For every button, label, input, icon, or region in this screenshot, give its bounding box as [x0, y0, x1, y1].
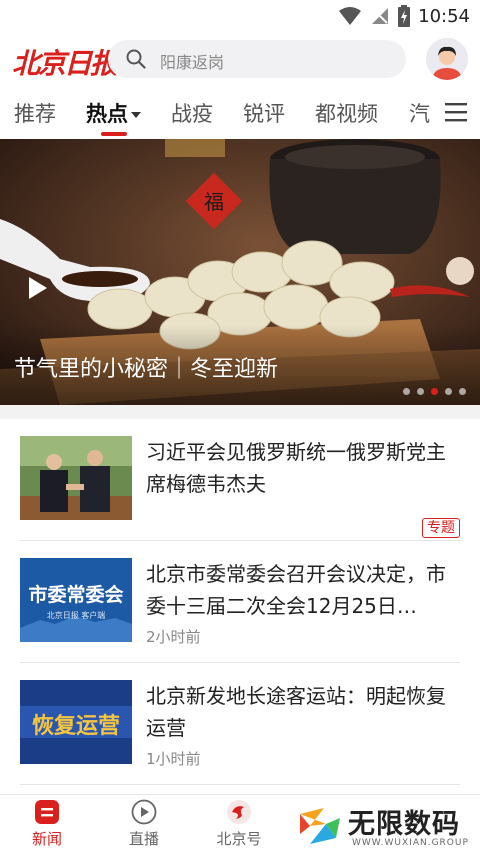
carousel-dot-active[interactable]	[431, 388, 438, 395]
channel-tabs: 推荐 热点 战疫 锐评 都视频 汽	[0, 88, 480, 138]
news-icon	[35, 800, 59, 824]
carousel-dots	[403, 388, 466, 395]
carousel-dot[interactable]	[417, 388, 424, 395]
watermark-logo	[300, 808, 340, 844]
svg-text:福: 福	[204, 190, 224, 214]
user-avatar[interactable]	[426, 38, 468, 80]
search-icon	[126, 49, 146, 69]
news-item[interactable]: 恢复运营 北京新发地长途客运站：明起恢复运营 1小时前	[20, 680, 460, 790]
play-icon[interactable]	[28, 276, 48, 300]
nav-live[interactable]: 直播	[109, 799, 179, 849]
tab-epidemic[interactable]: 战疫	[171, 98, 213, 128]
avatar-icon	[426, 38, 468, 80]
thumb-source: 北京日报 客户端	[46, 611, 106, 620]
news-thumbnail	[20, 436, 132, 520]
active-tab-indicator	[101, 132, 127, 136]
no-signal-icon	[372, 8, 389, 24]
news-title: 北京市委常委会召开会议决定，市委十三届二次全会12月25日…	[146, 562, 446, 618]
live-play-icon	[131, 799, 157, 825]
app-header: 北京日报 阳康返岗	[0, 32, 480, 86]
nav-news-label: 新闻	[31, 830, 62, 848]
thumb-headline: 市委常委会	[28, 584, 124, 606]
list-divider	[20, 662, 460, 663]
news-time: 1小时前	[146, 750, 201, 768]
list-divider	[20, 540, 460, 541]
tab-hot[interactable]: 热点	[86, 98, 142, 128]
carousel-dot[interactable]	[459, 388, 466, 395]
news-photo	[20, 436, 132, 520]
banner-title: 节气里的小秘密｜冬至迎新	[14, 357, 279, 382]
status-time: 10:54	[418, 5, 470, 27]
status-bar: 10:54	[0, 0, 480, 32]
nav-news[interactable]: 新闻	[12, 799, 82, 849]
list-divider	[20, 784, 460, 785]
news-thumbnail: 恢复运营	[20, 680, 132, 764]
search-bar[interactable]: 阳康返岗	[108, 40, 406, 78]
nav-beijing-account[interactable]: 北京号	[204, 799, 274, 849]
nav-live-label: 直播	[128, 830, 159, 848]
status-icons: 10:54	[338, 4, 470, 28]
topic-badge: 专题	[422, 518, 460, 538]
tab-hot-label: 热点	[86, 102, 128, 126]
news-thumbnail: 市委常委会 北京日报 客户端	[20, 558, 132, 642]
nav-beijing-account-label: 北京号	[216, 830, 262, 848]
section-separator	[0, 405, 480, 419]
news-title: 习近平会见俄罗斯统一俄罗斯党主席梅德韦杰夫	[146, 440, 446, 496]
tab-video[interactable]: 都视频	[315, 98, 378, 128]
news-item[interactable]: 习近平会见俄罗斯统一俄罗斯党主席梅德韦杰夫 专题	[20, 436, 460, 546]
watermark-text: 无限数码	[348, 809, 460, 840]
menu-icon[interactable]	[444, 100, 468, 124]
beijing-account-icon	[227, 800, 251, 824]
carousel-dot[interactable]	[445, 388, 452, 395]
news-item[interactable]: 市委常委会 北京日报 客户端 北京市委常委会召开会议决定，市委十三届二次全会12…	[20, 558, 460, 668]
wifi-icon	[339, 7, 362, 25]
watermark-subtext: WWW.WUXIAN.GROUP	[352, 838, 469, 848]
tab-recommend[interactable]: 推荐	[14, 98, 56, 128]
battery-icon	[398, 5, 411, 27]
thumb-headline: 恢复运营	[31, 714, 120, 739]
caret-down-icon	[131, 112, 141, 118]
watermark: 无限数码 WWW.WUXIAN.GROUP	[296, 800, 480, 853]
news-time: 2小时前	[146, 628, 201, 646]
tab-auto[interactable]: 汽	[409, 98, 430, 128]
app-logo[interactable]: 北京日报	[12, 42, 118, 82]
tab-commentary[interactable]: 锐评	[243, 98, 285, 128]
carousel-dot[interactable]	[403, 388, 410, 395]
featured-banner[interactable]: 福 节气里的小秘密｜冬至迎新	[0, 139, 480, 405]
search-placeholder: 阳康返岗	[160, 53, 225, 72]
news-title: 北京新发地长途客运站：明起恢复运营	[146, 684, 446, 740]
